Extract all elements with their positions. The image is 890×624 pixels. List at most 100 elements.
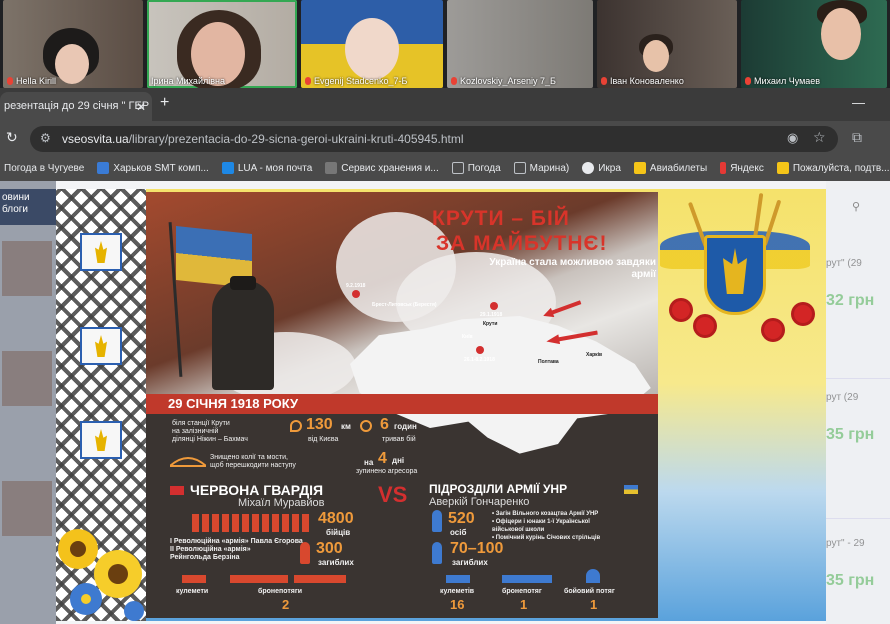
soldiers-icon [192,514,312,532]
blue-battle-train-value: 1 [590,597,598,612]
red-train-value: 2 [282,597,290,612]
trident-icon [80,233,122,271]
bookmarks-bar: Погода в Чугуеве Харьков SMT комп... LUA… [0,155,890,181]
news-blogs-header[interactable]: овини блоги [0,189,56,225]
hours-label: тривав бій [382,436,416,443]
red-dead-value: 300 [316,540,343,557]
battle-train-icon [586,569,600,583]
participant-name: Іван Коноваленко [601,76,684,86]
new-tab-button[interactable]: + [160,94,169,112]
filter-icon[interactable]: ⚲ [852,200,860,213]
participant-tile[interactable]: Hella Kirill [3,0,143,88]
bookmark-item[interactable]: Марина) [513,162,569,174]
blue-side-title: ПІДРОЗДІЛИ АРМІЇ УНР [429,482,568,496]
participant-tile[interactable]: Evgenij Stadcenko_7-Б [301,0,443,88]
trident-icon [80,327,122,365]
participant-name: Михаил Чумаев [745,76,820,86]
slide-title: КРУТИ – БІЙ [432,207,570,230]
storage-icon [325,162,338,174]
product-title[interactable]: рут" - 29 [826,538,865,549]
trident-icon [80,421,122,459]
distance-unit: км [341,422,351,431]
eye-slash-icon[interactable]: ◉ [787,130,798,146]
blue-dead-label: загиблих [452,558,488,567]
participant-tile[interactable]: Михаил Чумаев [741,0,887,88]
red-commander: Міхаїл Муравйов [238,497,325,509]
map-pin-icon [476,346,484,354]
bookmark-item[interactable]: Сервис хранения и... [325,162,439,174]
bookmark-item[interactable]: Авиабилеты [633,162,707,174]
thumbnail[interactable] [2,241,52,296]
bookmark-item[interactable]: Яндекс [720,162,764,174]
left-sidebar: овини блоги [0,181,56,624]
map-label: Харків [586,352,603,358]
presentation-slide: 9.2.1918 Брест-Литовськ (Берестя) 29.1.1… [56,189,826,621]
participant-name: Hella Kirill [7,76,56,86]
bookmark-item[interactable]: Икра [582,162,621,174]
thumbnail[interactable] [2,481,52,536]
bookmark-item[interactable]: LUA - моя почта [221,162,312,174]
product-title[interactable]: рут" (29 [826,258,862,269]
plane-icon [633,162,646,174]
url-path: /library/prezentacia-do-29-sicna-geroi-u… [128,132,464,146]
map-label: Полтава [538,359,559,365]
browser-tab[interactable]: резентація до 29 січня " ГЕР ✕ [0,92,152,121]
participant-name: Ірина Михайлівна [151,76,225,86]
url-text[interactable]: vseosvita.ua/library/prezentacia-do-29-s… [62,132,464,146]
slide-title: ЗА МАЙБУТНЄ! [436,232,608,255]
smt-icon [97,162,110,174]
blue-mg-label: кулеметів [440,588,475,595]
divider [826,378,890,379]
armored-train-icon [502,575,552,583]
bookmark-item[interactable]: Погода [451,162,501,174]
blue-train-value: 1 [520,597,528,612]
participant-name: Kozlovskiy_Arseniy 7_Б [451,76,556,86]
yandex-icon [720,162,727,174]
product-price: 32 грн [826,292,875,309]
minimize-button[interactable]: — [852,95,865,110]
close-icon[interactable]: ✕ [136,100,146,114]
vs-label: VS [378,482,408,507]
site-info-icon[interactable]: ⚙ [40,131,51,145]
participant-tile[interactable]: Іван Коноваленко [597,0,737,88]
tab-title: резентація до 29 січня " ГЕР [4,100,150,112]
map-label: 26.1-8.2.1918 [464,357,495,363]
bookmark-star-icon[interactable]: ☆ [813,129,826,146]
map-label: Крути [483,321,498,327]
blue-battle-train-label: бойовий потяг [564,588,615,595]
poppy-decoration [764,321,782,339]
bookmark-item[interactable]: Харьков SMT комп... [97,162,209,174]
blue-units-list: • Загін Вільного козацтва Армії УНР • Оф… [492,511,601,541]
red-flag-icon [170,486,184,495]
bookmark-item[interactable]: Погода в Чугуеве [4,163,84,174]
extensions-icon[interactable]: ⧉ [852,129,862,146]
stop-label: зупинено агресора [356,468,418,475]
participant-tile[interactable]: Ірина Михайлівна [147,0,297,88]
blue-fighters-value: 520 [448,510,475,527]
map-label: 9.2.1918 [346,283,366,289]
hours-unit: годин [394,422,417,431]
video-call-strip: Hella Kirill Ірина Михайлівна Evgenij St… [0,0,890,88]
date-heading: 29 СІЧНЯ 1918 РОКУ [168,396,299,411]
product-title[interactable]: рут (29 [826,392,858,403]
blue-dead-value: 70–100 [450,540,504,557]
stop-prefix: на [364,458,374,467]
thumbnail[interactable] [2,351,52,406]
bookmark-item[interactable]: Пожалуйста, подтв... [776,162,890,174]
armored-train-icon [230,575,288,583]
location-icon [290,420,302,432]
participant-tile[interactable]: Kozlovskiy_Arseniy 7_Б [447,0,593,88]
coat-of-arms-icon [704,235,766,315]
product-price: 35 грн [826,426,875,443]
blue-commander: Аверкій Гончаренко [429,496,530,508]
confirm-icon [776,162,789,174]
map-pin-icon [352,290,360,298]
reload-icon[interactable]: ↻ [6,129,18,146]
red-mg-label: кулемети [176,588,209,595]
soldier-icon [432,510,442,532]
fallen-soldier-icon [432,542,442,564]
red-dead-label: загиблих [318,558,354,567]
embroidery-border [56,189,146,621]
folder-icon [513,162,526,174]
red-side-title: ЧЕРВОНА ГВАРДІЯ [190,482,324,498]
